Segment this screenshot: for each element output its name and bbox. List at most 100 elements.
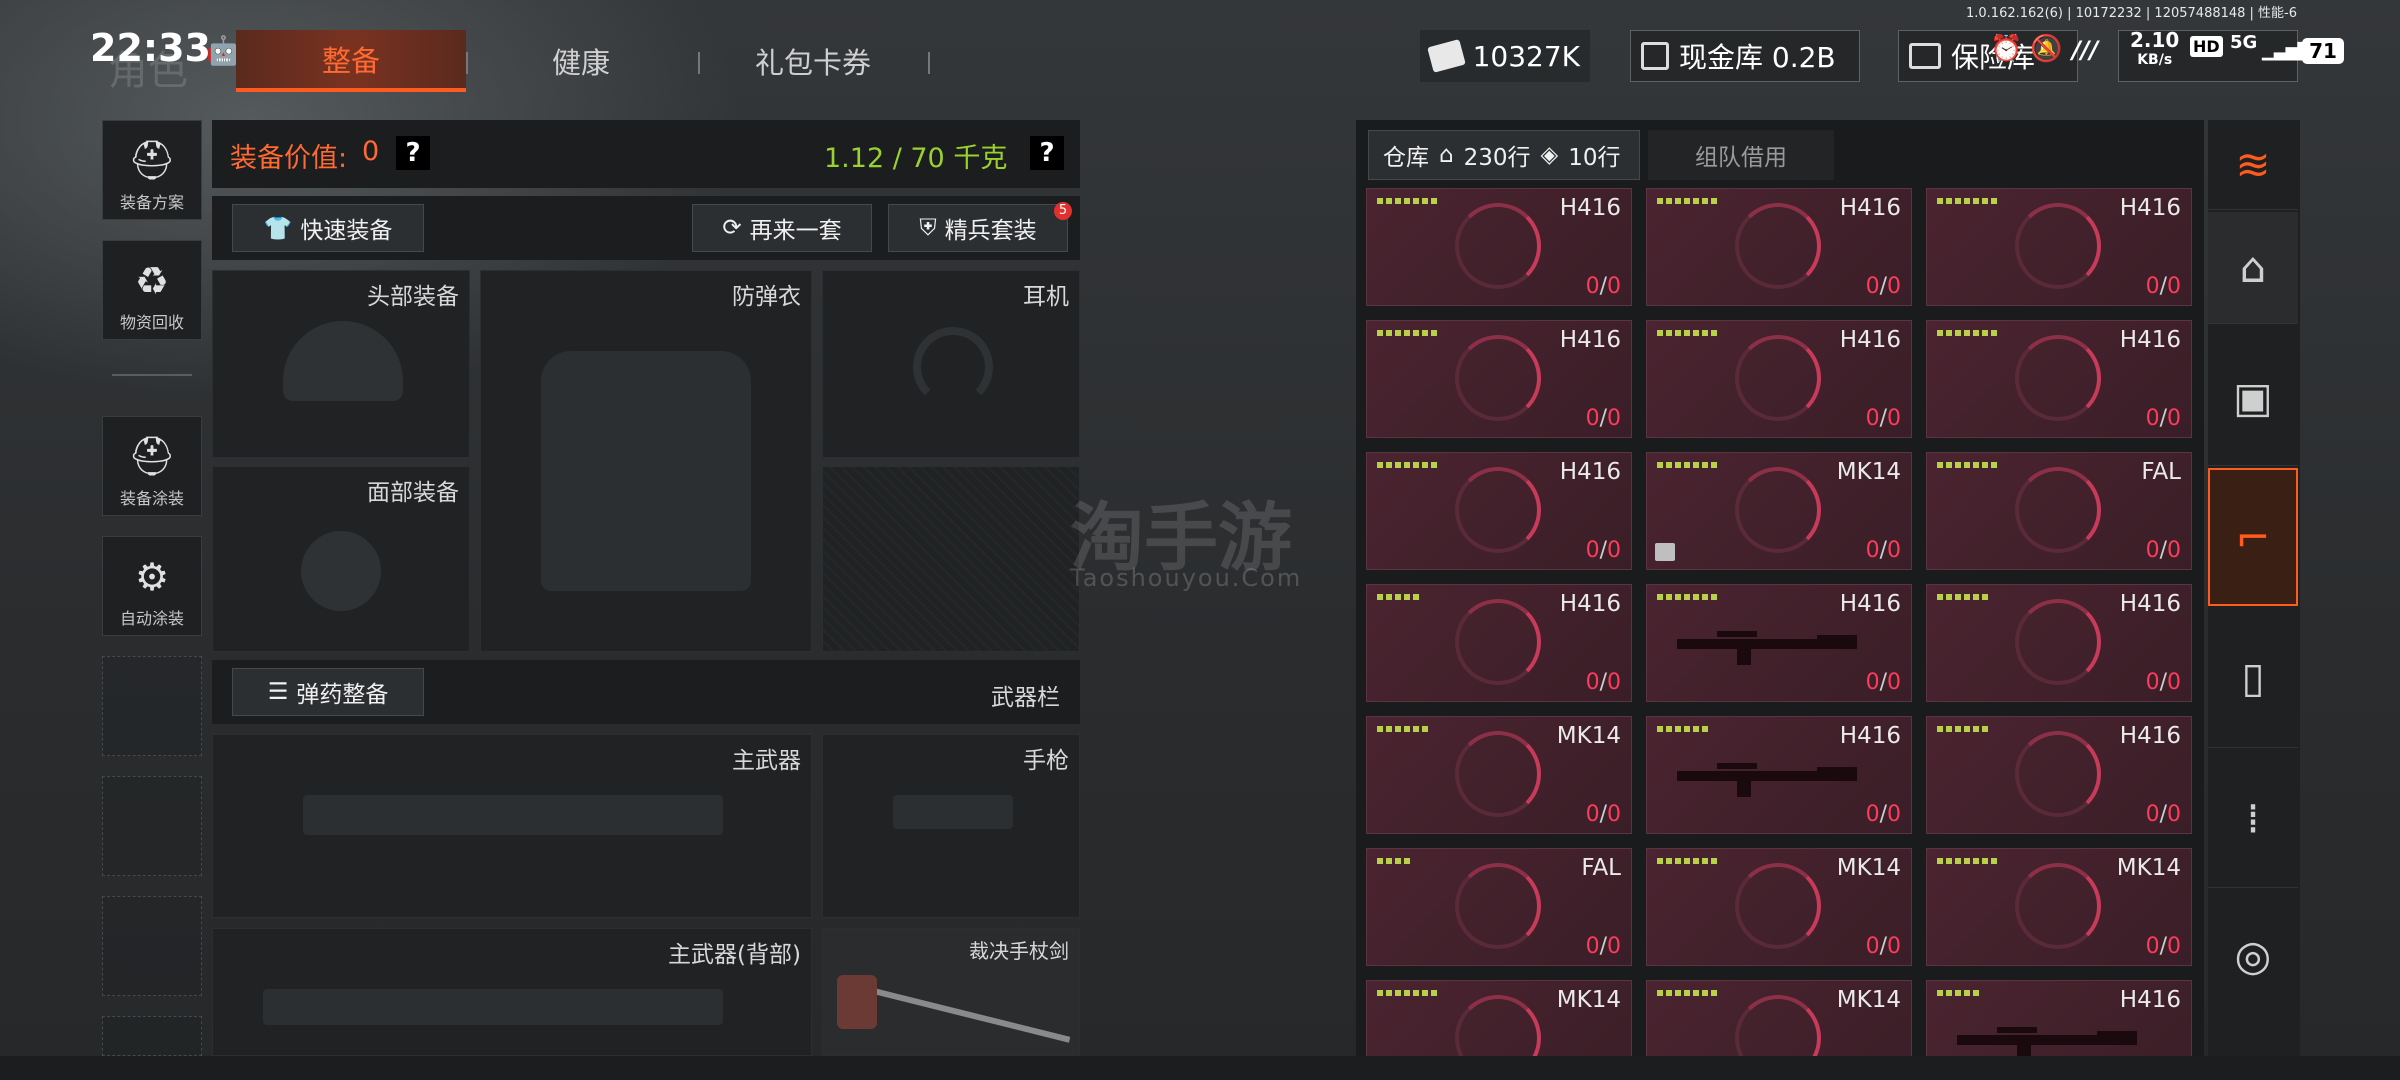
durability-bars: [1657, 594, 1717, 601]
money-display[interactable]: 10327K: [1420, 30, 1590, 82]
slot-face-label: 面部装备: [367, 480, 459, 506]
sidebar-empty-slot[interactable]: [102, 656, 202, 756]
item-name: H416: [1839, 195, 1901, 221]
cash-vault-label: 现金库 0.2B: [1679, 41, 1836, 74]
item-ring-icon: [2015, 467, 2101, 553]
warehouse-item-card[interactable]: FAL 0/0: [1926, 452, 2192, 570]
battery-icon: 71: [2302, 38, 2344, 64]
durability-bars: [1657, 990, 1717, 997]
warehouse-item-card[interactable]: MK14 0/0: [1366, 716, 1632, 834]
sidebar-paint[interactable]: ⛑ 装备涂装: [102, 416, 202, 516]
bullet-icon[interactable]: ⁞: [2208, 750, 2298, 888]
item-name: H416: [2119, 327, 2181, 353]
magazine-icon[interactable]: ▯: [2208, 608, 2298, 748]
vest-icon: [541, 351, 751, 591]
quick-equip-label: 快速装备: [300, 218, 393, 244]
again-set-button[interactable]: ⟳ 再来一套: [692, 204, 872, 252]
warehouse-item-card[interactable]: MK14 0/0: [1646, 452, 1912, 570]
quick-equip-button[interactable]: 👕 快速装备: [232, 204, 424, 252]
rifle-icon[interactable]: ⌐: [2208, 468, 2298, 606]
elite-set-button[interactable]: ⛨ 精兵套装: [888, 204, 1068, 252]
rifle-silhouette-icon: [303, 795, 723, 835]
cash-vault-button[interactable]: 现金库 0.2B: [1630, 30, 1860, 82]
item-count: 0/0: [1585, 274, 1621, 299]
warehouse-item-card[interactable]: MK14 0/0: [1646, 848, 1912, 966]
warehouse-item-card[interactable]: FAL 0/0: [1366, 848, 1632, 966]
box-icon: [1655, 543, 1675, 561]
warehouse-item-card[interactable]: H416 0/0: [1646, 584, 1912, 702]
item-ring-icon: [1455, 863, 1541, 949]
tab-health[interactable]: 健康: [466, 30, 696, 92]
durability-bars: [1377, 990, 1437, 997]
warehouse-item-card[interactable]: H416 0/0: [1646, 716, 1912, 834]
slot-armor[interactable]: 防弹衣: [480, 270, 812, 652]
sidebar-empty-slot[interactable]: [102, 776, 202, 876]
weight-help-button[interactable]: ?: [1030, 136, 1064, 170]
ammo-prep-button[interactable]: ☰ 弹药整备: [232, 668, 424, 716]
item-ring-icon: [1735, 863, 1821, 949]
warehouse-item-card[interactable]: H416 0/0: [1366, 320, 1632, 438]
value-help-button[interactable]: ?: [396, 136, 430, 170]
cane-handle-icon: [837, 975, 877, 1029]
durability-bars: [1377, 198, 1437, 205]
warehouse-tab-label: 仓库: [1383, 145, 1429, 171]
rifle-silhouette-icon: [263, 989, 723, 1025]
signal-5g-icon: 5G: [2230, 32, 2258, 53]
durability-bars: [1657, 858, 1717, 865]
slot-pistol[interactable]: 手枪: [822, 734, 1080, 918]
sidebar-label: 自动涂装: [119, 609, 184, 628]
sidebar-empty-slot[interactable]: [102, 896, 202, 996]
slot-main-weapon[interactable]: 主武器: [212, 734, 812, 918]
item-name: H416: [2119, 723, 2181, 749]
sidebar-empty-slot[interactable]: [102, 1016, 202, 1056]
warehouse-item-card[interactable]: H416 0/0: [1926, 188, 2192, 306]
warehouse-item-card[interactable]: H416 0/0: [1926, 320, 2192, 438]
equipment-value-label: 装备价值:: [230, 143, 348, 174]
warehouse-item-card[interactable]: H416 0/0: [1646, 320, 1912, 438]
tab-equip[interactable]: 整备: [236, 30, 466, 92]
item-count: 0/0: [1865, 802, 1901, 827]
slot-headset-label: 耳机: [1023, 284, 1069, 310]
warehouse-item-card[interactable]: H416 0/0: [1926, 584, 2192, 702]
slot-face[interactable]: 面部装备: [212, 466, 470, 652]
warehouse-item-card[interactable]: H416 0/0: [1366, 584, 1632, 702]
slot-back-weapon[interactable]: 主武器(背部): [212, 928, 812, 1056]
item-count: 0/0: [1865, 406, 1901, 431]
slot-headset[interactable]: 耳机: [822, 270, 1080, 458]
warehouse-item-card[interactable]: H416 0/0: [1926, 716, 2192, 834]
scope-icon[interactable]: ◎: [2208, 890, 2298, 1020]
warehouse-item-card[interactable]: H416 0/0: [1366, 188, 1632, 306]
item-name: MK14: [2116, 855, 2181, 881]
durability-bars: [1657, 726, 1708, 733]
durability-bars: [1657, 330, 1717, 337]
warehouse-item-card[interactable]: H416 0/0: [1646, 188, 1912, 306]
money-value: 10327K: [1472, 39, 1580, 73]
slot-head[interactable]: 头部装备: [212, 270, 470, 458]
sidebar-divider: [112, 374, 192, 376]
item-count: 0/0: [2145, 406, 2181, 431]
durability-bars: [1937, 330, 1997, 337]
slot-pistol-label: 手枪: [1023, 748, 1069, 774]
helmet-icon: [283, 321, 403, 401]
net-speed: 2.10 KB/s: [2130, 28, 2180, 68]
tab-gift-cards[interactable]: 礼包卡券: [698, 30, 928, 92]
rifle-icon: [1957, 1021, 2137, 1061]
item-name: H416: [1839, 591, 1901, 617]
item-ring-icon: [2015, 203, 2101, 289]
home-icon[interactable]: ⌂: [2208, 212, 2298, 324]
team-borrow-tab[interactable]: 组队借用: [1648, 130, 1834, 180]
item-name: H416: [1559, 591, 1621, 617]
item-name: H416: [1839, 327, 1901, 353]
warehouse-rows: 230行: [1463, 145, 1531, 171]
warehouse-item-card[interactable]: MK14 0/0: [1926, 848, 2192, 966]
stack-refresh-icon[interactable]: ≋: [2208, 120, 2298, 210]
sidebar-loadout-plan[interactable]: ⛑ 装备方案: [102, 120, 202, 220]
warehouse-item-card[interactable]: H416 0/0: [1366, 452, 1632, 570]
vest-icon[interactable]: ▣: [2208, 330, 2298, 466]
sidebar-auto-paint[interactable]: ⚙ 自动涂装: [102, 536, 202, 636]
warehouse-tab[interactable]: 仓库 ⌂ 230行 ◈ 10行: [1368, 130, 1640, 180]
item-name: FAL: [2141, 459, 2181, 485]
sidebar-recycle[interactable]: ♻ 物资回收: [102, 240, 202, 340]
alarm-icon: ⏰: [1990, 34, 2023, 64]
slot-melee[interactable]: 裁决手杖剑: [822, 928, 1080, 1056]
